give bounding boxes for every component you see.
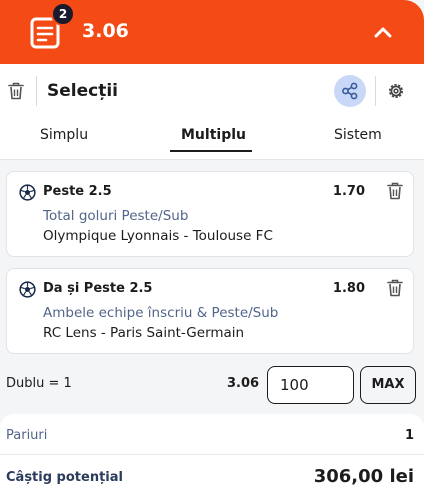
potential-win-label: Câștig potențial — [6, 470, 123, 485]
gear-icon[interactable] — [386, 81, 406, 101]
max-stake-button[interactable]: MAX — [360, 366, 416, 404]
bets-label: Pariuri — [6, 428, 48, 443]
combination-label: Dublu = 1 — [6, 376, 72, 391]
football-icon — [19, 281, 36, 298]
bet-summary: Pariuri 1 Câștig potențial 306,00 lei — [0, 414, 424, 492]
potential-win-value: 306,00 lei — [313, 466, 414, 487]
selection-count-badge: 2 — [51, 2, 75, 26]
divider — [0, 454, 424, 455]
betslip-header[interactable]: 2 3.06 — [0, 0, 424, 64]
trash-icon[interactable] — [387, 182, 403, 200]
trash-icon[interactable] — [387, 279, 403, 297]
selections-panel: Selecții Simplu Multiplu Sistem — [0, 64, 424, 160]
stake-row: Dublu = 1 3.06 MAX — [0, 362, 424, 408]
tab-simplu[interactable]: Simplu — [40, 127, 88, 143]
total-odds: 3.06 — [82, 20, 129, 42]
selection-market: Total goluri Peste/Sub — [43, 208, 189, 224]
active-tab-indicator — [170, 150, 252, 152]
divider — [375, 76, 376, 106]
share-icon — [342, 82, 358, 100]
trash-icon[interactable] — [8, 82, 24, 100]
stake-input[interactable] — [267, 366, 354, 404]
selection-pick: Peste 2.5 — [43, 184, 112, 199]
selection-market: Ambele echipe înscriu & Peste/Sub — [43, 305, 279, 321]
panel-title: Selecții — [47, 81, 118, 101]
selection-pick: Da și Peste 2.5 — [43, 281, 153, 296]
bets-count: 1 — [404, 428, 414, 443]
chevron-up-icon[interactable] — [370, 20, 396, 44]
selection-odds: 1.70 — [332, 184, 365, 199]
share-button[interactable] — [334, 75, 366, 107]
divider — [0, 159, 424, 160]
selection-match: Olympique Lyonnais - Toulouse FC — [43, 228, 273, 244]
tab-sistem[interactable]: Sistem — [334, 127, 382, 143]
football-icon — [19, 184, 36, 201]
selection-odds: 1.80 — [332, 281, 365, 296]
divider — [36, 76, 37, 106]
tab-multiplu[interactable]: Multiplu — [181, 127, 246, 143]
combination-odds: 3.06 — [227, 376, 260, 391]
selection-card: Peste 2.5 1.70 Total goluri Peste/Sub Ol… — [6, 171, 414, 257]
selection-match: RC Lens - Paris Saint-Germain — [43, 325, 245, 341]
selection-card: Da și Peste 2.5 1.80 Ambele echipe înscr… — [6, 268, 414, 354]
